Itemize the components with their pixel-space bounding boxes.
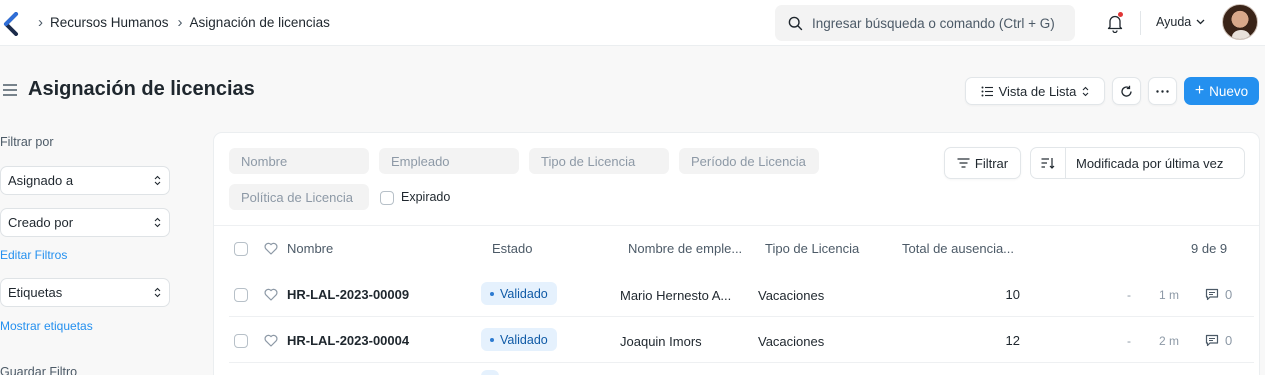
heart-icon[interactable] xyxy=(264,288,278,301)
row-dash: - xyxy=(1127,288,1131,302)
filter-button-label: Filtrar xyxy=(974,155,1009,171)
row-comment-count[interactable]: 0 xyxy=(1205,333,1232,348)
app-logo-icon[interactable] xyxy=(0,12,22,36)
row-total-leaves: 12 xyxy=(1005,333,1020,348)
sort-updown-icon xyxy=(154,217,161,228)
row-name-link[interactable]: HR-LAL-2023-00004 xyxy=(287,333,409,348)
column-header-name[interactable]: Nombre xyxy=(287,241,333,256)
chevron-down-icon xyxy=(1196,19,1205,25)
save-filter-label[interactable]: Guardar Filtro xyxy=(0,365,77,375)
status-dot xyxy=(490,291,494,296)
search-icon xyxy=(788,16,803,30)
row-leave-type: Vacaciones xyxy=(758,288,825,303)
reload-icon xyxy=(1121,85,1132,97)
row-dash: - xyxy=(1127,334,1131,348)
row-modified-time: 2 m xyxy=(1159,334,1180,348)
hamburger-icon[interactable] xyxy=(2,83,18,97)
reload-button[interactable] xyxy=(1112,77,1141,105)
help-label: Ayuda xyxy=(1156,15,1192,29)
status-badge[interactable]: Validado xyxy=(481,328,557,351)
status-badge-label: Validado xyxy=(500,332,548,347)
sort-updown-icon xyxy=(154,287,161,298)
row-modified-time: 1 m xyxy=(1159,288,1180,302)
tags-select[interactable]: Etiquetas xyxy=(0,278,170,307)
created-by-label: Creado por xyxy=(8,215,74,230)
avatar[interactable] xyxy=(1222,4,1258,40)
status-dot xyxy=(490,337,494,342)
period-filter-input[interactable]: Período de Licencia xyxy=(679,148,819,174)
row-divider xyxy=(229,362,1254,363)
view-switcher-button[interactable]: Vista de Lista xyxy=(965,77,1105,105)
row-name-link[interactable]: HR-LAL-2023-00009 xyxy=(287,287,409,302)
assigned-to-select[interactable]: Asignado a xyxy=(0,166,170,195)
page-title: Asignación de licencias xyxy=(28,78,255,100)
column-header-total-leaves[interactable]: Total de ausencia... xyxy=(902,241,1014,256)
policy-filter-input[interactable]: Política de Licencia xyxy=(229,184,369,210)
more-icon xyxy=(1156,89,1169,93)
row-total-leaves: 10 xyxy=(1005,287,1020,302)
heart-icon[interactable] xyxy=(264,242,278,255)
show-tags-link[interactable]: Mostrar etiquetas xyxy=(0,319,93,333)
filter-by-label: Filtrar por xyxy=(0,135,54,149)
breadcrumb-item-hr[interactable]: Recursos Humanos xyxy=(50,15,169,30)
help-dropdown[interactable]: Ayuda xyxy=(1156,15,1205,29)
status-badge[interactable] xyxy=(481,370,499,375)
sort-updown-icon xyxy=(1083,86,1089,96)
comment-icon xyxy=(1205,334,1219,347)
sort-order-button[interactable] xyxy=(1031,148,1066,178)
row-employee-name: Mario Hernesto A... xyxy=(620,288,732,303)
status-badge-label: Validado xyxy=(500,286,548,301)
search-placeholder: Ingresar búsqueda o comando (Ctrl + G) xyxy=(812,15,1055,31)
filter-button[interactable]: Filtrar xyxy=(944,147,1021,179)
expired-label: Expirado xyxy=(401,190,451,204)
status-badge[interactable]: Validado xyxy=(481,282,557,305)
new-button[interactable]: + Nuevo xyxy=(1184,77,1259,105)
sort-updown-icon xyxy=(154,175,161,186)
sort-icon xyxy=(1041,158,1055,169)
comment-count: 0 xyxy=(1225,287,1233,302)
chevron-right-icon: › xyxy=(38,14,43,31)
chevron-right-icon: › xyxy=(177,14,183,31)
new-button-label: Nuevo xyxy=(1209,83,1249,99)
plus-icon: + xyxy=(1194,82,1205,99)
employee-filter-input[interactable]: Empleado xyxy=(379,148,519,174)
sort-field-label[interactable]: Modificada por última vez xyxy=(1076,156,1223,171)
filter-icon xyxy=(957,158,970,168)
created-by-select[interactable]: Creado por xyxy=(0,208,170,237)
name-filter-input[interactable]: Nombre xyxy=(229,148,369,174)
view-switcher-label: Vista de Lista xyxy=(998,83,1077,99)
record-count: 9 de 9 xyxy=(1191,241,1228,256)
row-employee-name: Joaquin Imors xyxy=(620,334,702,349)
navbar-divider xyxy=(1140,11,1141,35)
comment-icon xyxy=(1205,288,1219,301)
expired-checkbox[interactable] xyxy=(380,191,394,205)
assigned-to-label: Asignado a xyxy=(8,173,74,188)
row-leave-type: Vacaciones xyxy=(758,334,825,349)
column-header-status[interactable]: Estado xyxy=(492,241,532,256)
row-comment-count[interactable]: 0 xyxy=(1205,287,1232,302)
leave-type-filter-input[interactable]: Tipo de Licencia xyxy=(529,148,669,174)
edit-filters-link[interactable]: Editar Filtros xyxy=(0,248,67,262)
breadcrumb: › Recursos Humanos › Asignación de licen… xyxy=(38,14,339,31)
column-header-employee-name[interactable]: Nombre de emple... xyxy=(628,241,742,256)
search-input[interactable]: Ingresar búsqueda o comando (Ctrl + G) xyxy=(775,5,1075,41)
row-divider xyxy=(229,316,1254,317)
breadcrumb-item-leave-allocation[interactable]: Asignación de licencias xyxy=(190,15,330,30)
comment-count: 0 xyxy=(1225,333,1233,348)
tags-label: Etiquetas xyxy=(8,285,63,300)
row-checkbox[interactable] xyxy=(234,334,248,348)
select-all-checkbox[interactable] xyxy=(234,242,248,256)
column-header-leave-type[interactable]: Tipo de Licencia xyxy=(765,241,859,256)
heart-icon[interactable] xyxy=(264,334,278,347)
divider xyxy=(214,225,1259,226)
notification-dot xyxy=(1118,12,1123,17)
sort-selector[interactable]: Modificada por última vez xyxy=(1030,147,1245,179)
more-actions-button[interactable] xyxy=(1148,77,1177,105)
list-icon xyxy=(981,86,993,96)
row-checkbox[interactable] xyxy=(234,288,248,302)
navbar: › Recursos Humanos › Asignación de licen… xyxy=(0,0,1265,46)
